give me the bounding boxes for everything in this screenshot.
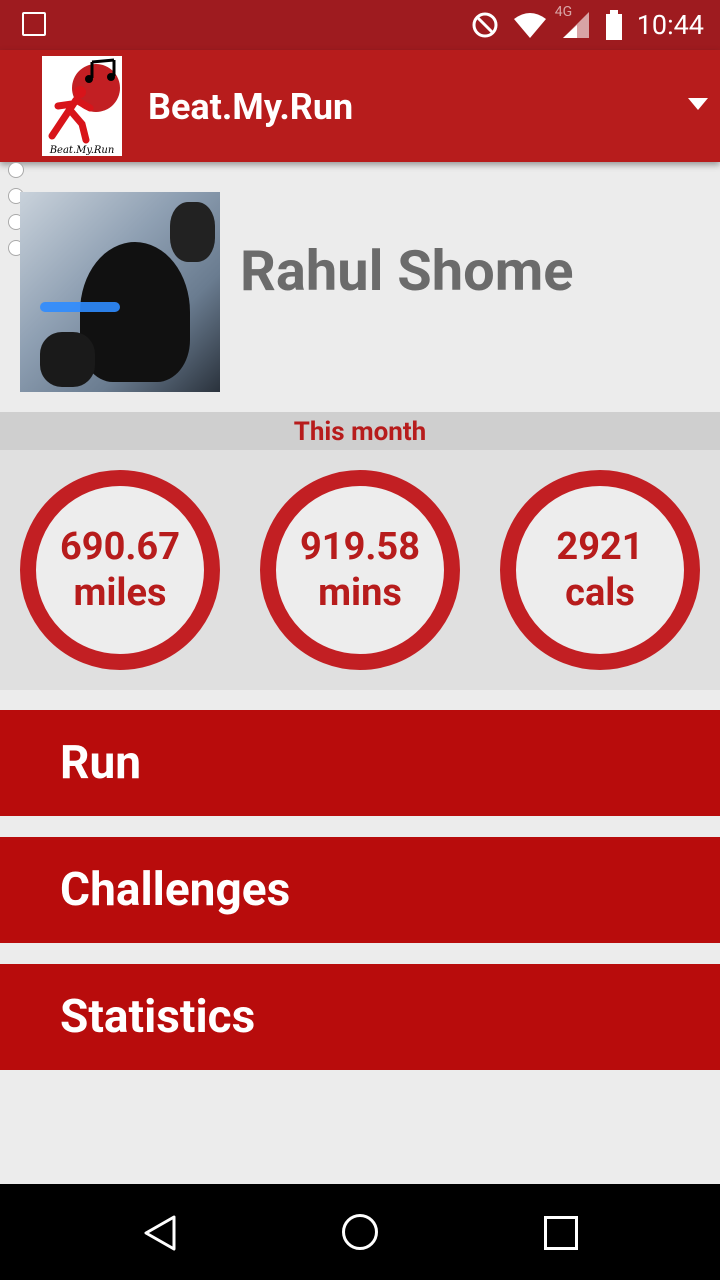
back-icon[interactable]: [142, 1214, 178, 1256]
stat-value: 919.58: [299, 525, 421, 569]
statistics-button[interactable]: Statistics: [0, 964, 720, 1070]
stat-value: 690.67: [59, 525, 181, 569]
stat-value: 2921: [556, 525, 644, 569]
navigation-bar: [0, 1184, 720, 1280]
challenges-button[interactable]: Challenges: [0, 837, 720, 943]
signal-icon: 4G: [555, 4, 591, 40]
wifi-icon: [513, 11, 547, 39]
chevron-down-icon[interactable]: [688, 98, 708, 110]
network-type: 4G: [554, 4, 573, 20]
month-label: This month: [0, 412, 720, 450]
status-icons: 4G 10:44: [471, 0, 704, 50]
image-icon: [22, 12, 46, 36]
app-bar: Beat.My.Run Beat.My.Run: [0, 50, 720, 162]
clock: 10:44: [636, 9, 704, 41]
do-not-disturb-icon: [471, 11, 499, 39]
stat-calories: 2921 cals: [500, 470, 700, 670]
run-button[interactable]: Run: [0, 710, 720, 816]
user-name: Rahul Shome: [240, 238, 574, 304]
avatar[interactable]: [20, 192, 220, 392]
stat-distance: 690.67 miles: [20, 470, 220, 670]
stat-unit: miles: [73, 571, 167, 615]
app-title: Beat.My.Run: [148, 86, 354, 128]
status-bar: 4G 10:44: [0, 0, 720, 50]
stat-unit: mins: [318, 571, 402, 615]
battery-icon: [605, 10, 623, 40]
recent-apps-icon[interactable]: [544, 1216, 578, 1250]
app-logo[interactable]: Beat.My.Run: [42, 56, 122, 156]
stat-unit: cals: [565, 571, 635, 615]
profile-section: Rahul Shome: [0, 162, 720, 412]
stat-time: 919.58 mins: [260, 470, 460, 670]
logo-text: Beat.My.Run: [49, 145, 115, 156]
home-icon[interactable]: [342, 1214, 378, 1250]
stats-panel: 690.67 miles 919.58 mins 2921 cals: [0, 450, 720, 690]
